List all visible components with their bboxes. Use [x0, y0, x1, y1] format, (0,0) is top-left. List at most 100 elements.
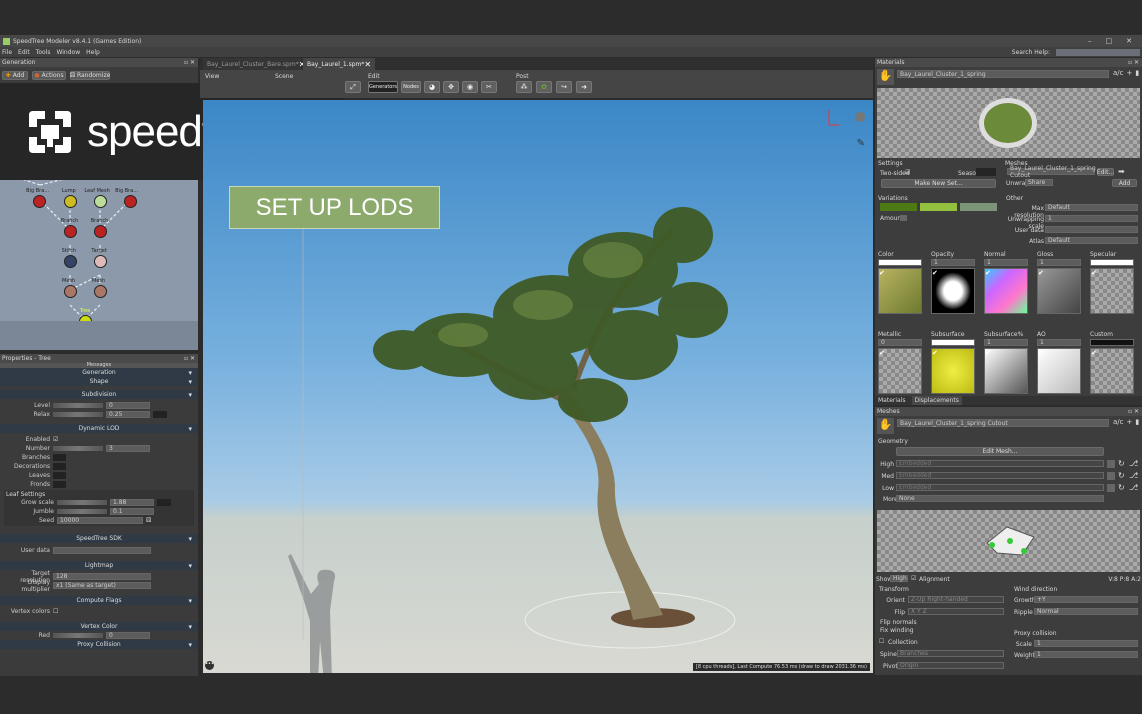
menu-help[interactable]: Help [86, 49, 100, 56]
map-thumbnail[interactable]: ✔ [1037, 348, 1081, 394]
atlas-select[interactable]: Default [1045, 237, 1138, 244]
variation-swatch[interactable] [920, 203, 957, 211]
check-icon[interactable]: ✔ [879, 349, 885, 357]
node-stitch[interactable] [64, 255, 77, 268]
red-input[interactable]: 0 [106, 632, 150, 639]
map-thumbnail[interactable]: ✔ [984, 268, 1028, 314]
add-button[interactable]: ✚ Add [2, 71, 28, 80]
map-thumbnail[interactable]: ✔ [931, 268, 975, 314]
map-value-input[interactable]: 1 [931, 259, 975, 266]
copy-material-icon[interactable]: ▮ [1135, 69, 1139, 77]
close-button[interactable]: ✕ [1126, 37, 1132, 45]
unwrap-select[interactable]: Share [1025, 179, 1053, 186]
map-value-input[interactable] [878, 259, 922, 266]
hand-icon[interactable]: ✋ [877, 69, 894, 85]
edit-mesh-button[interactable]: Edit... [1097, 168, 1114, 176]
map-thumbnail[interactable]: ✔ [878, 268, 922, 314]
number-slider[interactable] [53, 446, 103, 451]
viewport-menu-icon[interactable]: ••• [205, 661, 214, 670]
node-leaf-mesh[interactable] [94, 195, 107, 208]
section-compute-flags[interactable]: Compute Flags [0, 596, 198, 605]
check-icon[interactable]: ✔ [932, 269, 938, 277]
user-data-input[interactable] [1045, 226, 1138, 233]
orient-select[interactable]: Z-Up Right-handed [908, 596, 1004, 603]
lod-share-icon[interactable]: ⎇ [1129, 459, 1138, 468]
edit-tool-icon[interactable]: ◕ [424, 81, 440, 93]
check-icon[interactable]: ✔ [985, 349, 991, 357]
lod-clear-icon[interactable] [1107, 484, 1115, 492]
seed-input[interactable]: 10000 [57, 517, 143, 524]
lod-refresh-icon[interactable]: ↻ [1118, 471, 1125, 480]
jumble-input[interactable]: 0.1 [110, 508, 154, 515]
lod-clear-icon[interactable] [1107, 460, 1115, 468]
tab-displacements[interactable]: Displacements [911, 396, 962, 405]
two-sided-checkbox[interactable]: ☑ [905, 169, 910, 176]
decorations-curve[interactable] [53, 463, 66, 470]
show-select[interactable]: High [890, 575, 908, 582]
check-icon[interactable]: ✔ [879, 269, 885, 277]
section-dynamic-lod[interactable]: Dynamic LOD [0, 424, 198, 433]
level-input[interactable]: 0 [106, 402, 150, 409]
map-value-input[interactable]: 1 [984, 259, 1028, 266]
ripple-select[interactable]: Normal [1034, 608, 1138, 615]
search-help-input[interactable] [1056, 48, 1140, 56]
amount-slider[interactable] [900, 215, 907, 221]
generators-button[interactable]: Generators [368, 81, 398, 93]
panel-float-close-icon[interactable]: ▫ ✕ [1128, 408, 1139, 415]
flip-select[interactable]: X Y Z [908, 608, 1004, 615]
pivot-select[interactable]: Origin [897, 662, 1004, 669]
map-thumbnail[interactable]: ✔ [1090, 268, 1134, 314]
branches-curve[interactable] [53, 454, 66, 461]
node-big-branch-2[interactable] [124, 195, 137, 208]
map-value-input[interactable]: 0 [878, 339, 922, 346]
weight-input[interactable]: 1 [1034, 651, 1138, 658]
section-speedtree-sdk[interactable]: SpeedTree SDK [0, 534, 198, 543]
rename-icon[interactable]: a/c [1113, 69, 1124, 77]
map-thumbnail[interactable]: ✔ [984, 348, 1028, 394]
target-res-select[interactable]: 128 [53, 573, 151, 580]
randomize-seed-icon[interactable]: ⚄ [146, 517, 151, 524]
check-icon[interactable]: ✔ [1091, 269, 1097, 277]
randomize-button[interactable]: ⚄ Randomize [70, 71, 110, 80]
move-tool-icon[interactable]: ✥ [443, 81, 459, 93]
level-slider[interactable] [53, 403, 103, 408]
check-icon[interactable]: ✔ [985, 269, 991, 277]
section-lightmap[interactable]: Lightmap [0, 561, 198, 570]
relax-input[interactable]: 0.25 [106, 411, 150, 418]
node-target[interactable] [94, 255, 107, 268]
variation-swatch[interactable] [960, 203, 997, 211]
minimize-button[interactable]: – [1088, 37, 1092, 45]
leaves-curve[interactable] [53, 472, 66, 479]
nodes-button[interactable]: Nodes [401, 81, 421, 93]
mesh-select[interactable]: Bay_Laurel_Cluster_1_spring Cutout [897, 419, 1109, 427]
node-mesh-2[interactable] [94, 285, 107, 298]
menu-window[interactable]: Window [56, 49, 80, 56]
viewport-camera-icon[interactable] [855, 112, 865, 122]
number-input[interactable]: 3 [106, 445, 150, 452]
rename-icon[interactable]: a/c [1113, 418, 1124, 426]
menu-file[interactable]: File [2, 49, 12, 56]
3d-viewport[interactable]: ✎ SET UP LODS [8 cpu threads], Last Comp… [203, 100, 873, 673]
lod-share-icon[interactable]: ⎇ [1129, 471, 1138, 480]
node-big-branch-1[interactable] [33, 195, 46, 208]
map-thumbnail[interactable]: ✔ [878, 348, 922, 394]
grow-scale-input[interactable]: 1.88 [110, 499, 154, 506]
post-export-icon[interactable]: ↪ [556, 81, 572, 93]
map-value-input[interactable] [931, 339, 975, 346]
grow-scale-curve[interactable] [157, 499, 171, 506]
check-icon[interactable]: ✔ [1038, 269, 1044, 277]
tab-materials[interactable]: Materials [875, 396, 909, 405]
lod-refresh-icon[interactable]: ↻ [1118, 483, 1125, 492]
check-icon[interactable]: ✔ [1038, 349, 1044, 357]
user-data-input[interactable] [53, 547, 151, 554]
go-arrow-icon[interactable]: ➡ [1118, 167, 1125, 176]
lod-mesh-field[interactable]: Embedded [896, 460, 1104, 467]
lod-clear-icon[interactable] [1107, 472, 1115, 480]
map-value-input[interactable] [1090, 259, 1134, 266]
add-material-icon[interactable]: + [1127, 69, 1133, 77]
post-leaf-icon[interactable]: ✿ [536, 81, 552, 93]
map-value-input[interactable]: 1 [984, 339, 1028, 346]
menu-tools[interactable]: Tools [36, 49, 51, 56]
section-generation[interactable]: Generation [0, 368, 198, 377]
node-lump[interactable] [64, 195, 77, 208]
